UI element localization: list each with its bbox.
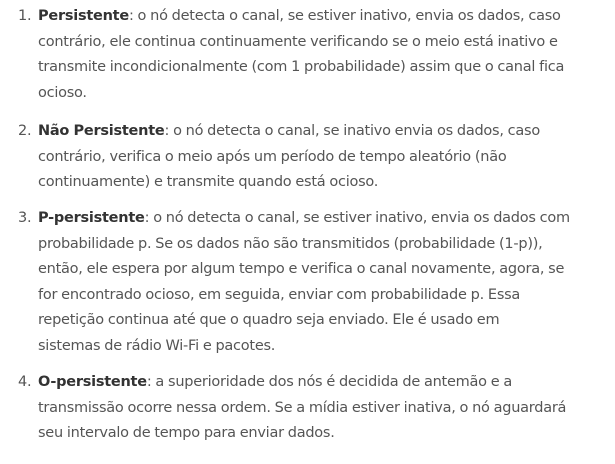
list-item-line: transmite incondicionalmente (com 1 prob… [38,59,565,75]
list-item-number: 4. [18,374,32,390]
list-item-line: transmissão ocorre nessa ordem. Se a míd… [38,399,567,416]
term-persistente: Persistente [38,8,129,24]
list-item-line: repetição continua até que o quadro seja… [38,312,500,328]
list-item-line: Persistente: o nó detecta o canal, se es… [38,4,561,30]
list-item-line: probabilidade p. Se os dados não são tra… [38,235,543,252]
list-item-text: : o nó detecta o canal, se inativo envia… [164,123,540,139]
list-item-line: for encontrado ocioso, em seguida, envia… [38,286,521,303]
term-p-persistente: P-persistente [38,210,145,226]
list-item-line: sistemas de rádio Wi-Fi e pacotes. [38,337,276,354]
term-o-persistente: O-persistente [38,374,147,390]
list-item-line: P-persistente: o nó detecta o canal, se … [38,206,570,232]
list-item-line: continuamente) e transmite quando está o… [38,174,379,190]
list-item-line: então, ele espera por algum tempo e veri… [38,261,565,277]
list-item-number: 2. [18,123,32,139]
list-item-text: : o nó detecta o canal, se estiver inati… [128,8,561,24]
list-item-line: seu intervalo de tempo para enviar dados… [38,425,335,441]
list-item-number: 1. [18,8,32,24]
list-item-text: : a superioridade dos nós é decidida de … [146,374,512,390]
list-item-line: contrário, verifica o meio após um perío… [38,148,507,165]
list-item-text: : o nó detecta o canal, se estiver inati… [144,210,571,226]
list-item-line: Não Persistente: o nó detecta o canal, s… [38,119,540,145]
list-item-number: 3. [18,210,32,226]
list-item-line: O-persistente: a superioridade dos nós é… [38,370,512,396]
list-item-line: ocioso. [38,84,87,101]
term-nao-persistente: Não Persistente [38,123,165,139]
ordered-list: 1. Persistente: o nó detecta o canal, se… [0,0,615,464]
list-item-line: contrário, ele continua continuamente ve… [38,33,558,50]
